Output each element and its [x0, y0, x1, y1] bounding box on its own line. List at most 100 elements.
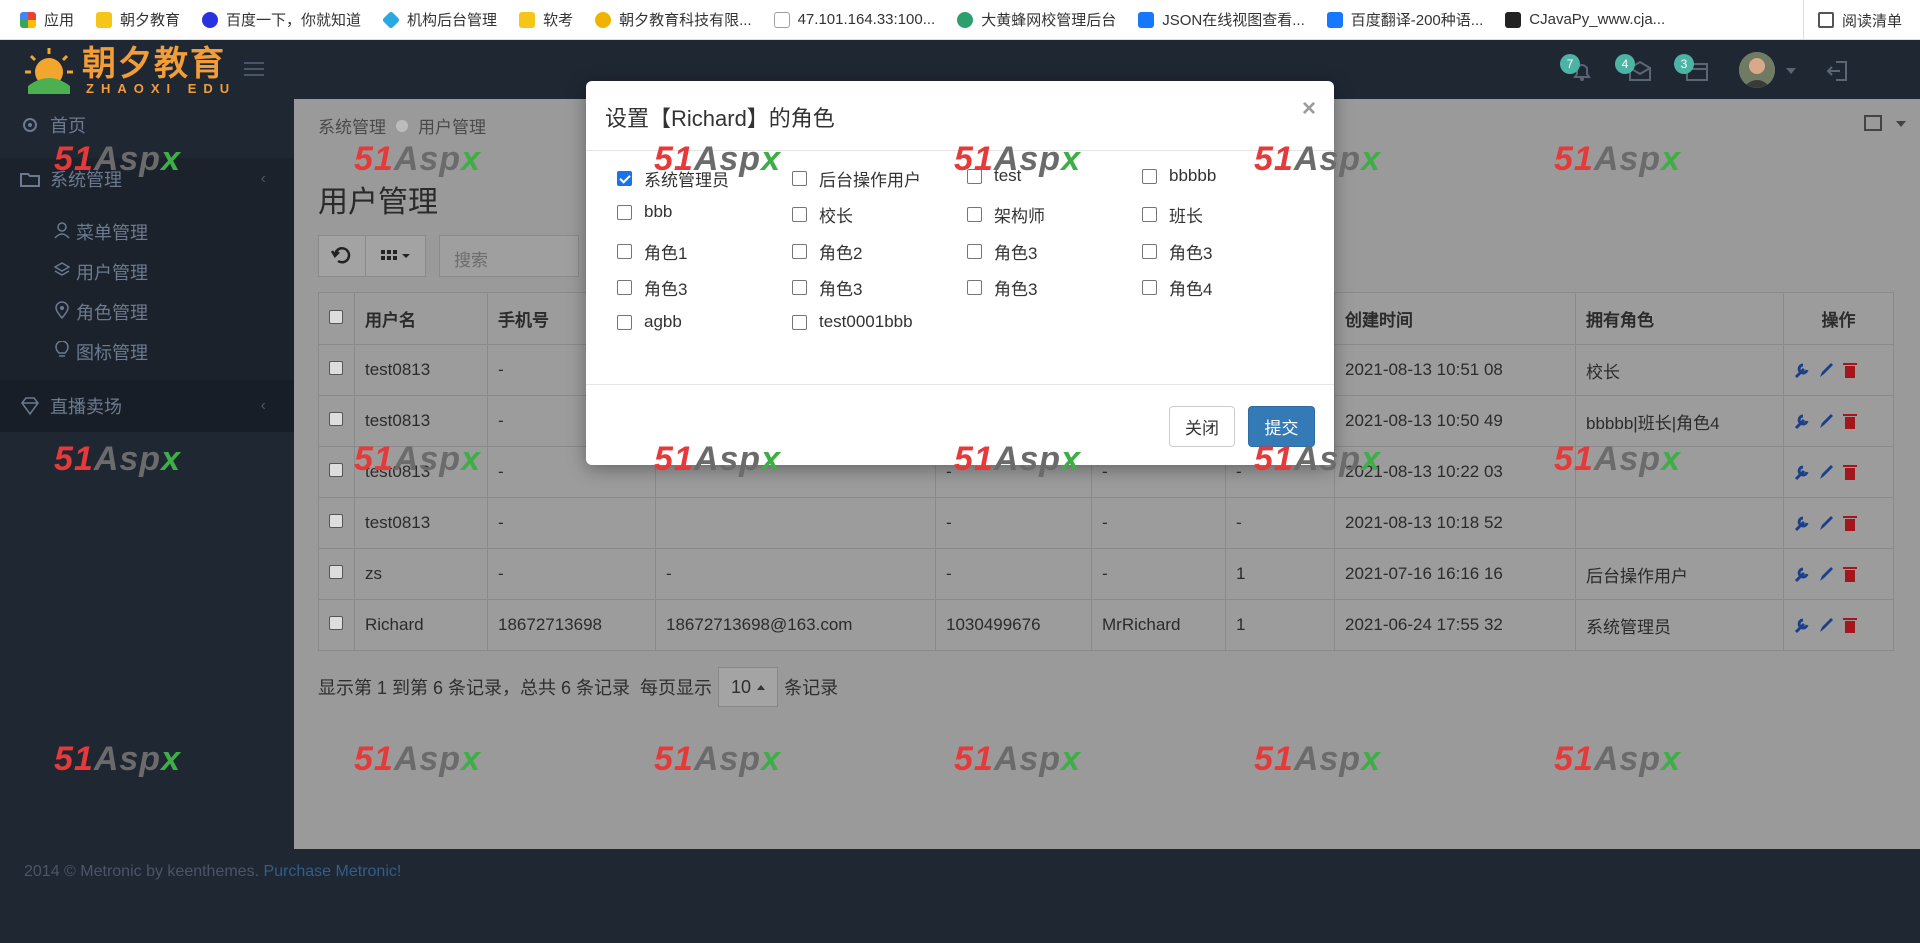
- row-checkbox[interactable]: [318, 599, 355, 651]
- bookmark-item[interactable]: 百度一下，你就知道: [202, 9, 361, 30]
- role-checkbox[interactable]: 班长: [1142, 202, 1203, 227]
- trash-icon[interactable]: [1842, 616, 1858, 634]
- checkbox[interactable]: [617, 280, 632, 295]
- role-checkbox[interactable]: 角色3: [792, 275, 862, 300]
- close-button[interactable]: 关闭: [1169, 406, 1235, 447]
- role-checkbox[interactable]: 系统管理员: [617, 166, 729, 191]
- bookmark-item[interactable]: 朝夕教育科技有限...: [595, 9, 752, 30]
- role-checkbox[interactable]: 后台操作用户: [792, 166, 921, 191]
- trash-icon[interactable]: [1842, 565, 1858, 583]
- sidebar-item-live[interactable]: 直播卖场 ‹: [0, 385, 294, 427]
- bookmark-item[interactable]: 大黄蜂网校管理后台: [957, 9, 1116, 30]
- chevron-down-icon[interactable]: [1786, 68, 1796, 74]
- row-checkbox[interactable]: [318, 446, 355, 498]
- checkbox[interactable]: [792, 244, 807, 259]
- pencil-icon[interactable]: [1818, 412, 1834, 430]
- role-checkbox[interactable]: bbbbb: [1142, 166, 1216, 186]
- sidebar-item-home[interactable]: 首页: [0, 104, 294, 146]
- checkbox[interactable]: [617, 314, 632, 330]
- checkbox[interactable]: [1142, 168, 1157, 184]
- bookmark-item[interactable]: CJavaPy_www.cja...: [1505, 11, 1665, 28]
- refresh-button[interactable]: [318, 235, 366, 277]
- role-checkbox[interactable]: 角色3: [967, 275, 1037, 300]
- pencil-icon[interactable]: [1818, 616, 1834, 634]
- role-checkbox[interactable]: 角色3: [617, 275, 687, 300]
- role-checkbox[interactable]: bbb: [617, 202, 672, 222]
- logout-icon[interactable]: [1826, 60, 1850, 82]
- calendar-icon[interactable]: [1864, 115, 1882, 131]
- wrench-icon[interactable]: [1794, 565, 1810, 583]
- role-checkbox[interactable]: 校长: [792, 202, 853, 227]
- bookmark-item[interactable]: 47.101.164.33:100...: [773, 11, 935, 28]
- purchase-link[interactable]: Purchase Metronic!: [263, 863, 401, 880]
- checkbox[interactable]: [967, 280, 982, 295]
- reading-list-button[interactable]: 阅读清单: [1802, 0, 1902, 40]
- role-checkbox[interactable]: 角色2: [792, 239, 862, 264]
- checkbox[interactable]: [967, 244, 982, 259]
- sidebar-item-menu[interactable]: 菜单管理: [0, 210, 294, 250]
- checkbox-checked[interactable]: [617, 171, 632, 186]
- trash-icon[interactable]: [1842, 514, 1858, 532]
- role-checkbox[interactable]: 角色4: [1142, 275, 1212, 300]
- row-checkbox[interactable]: [318, 548, 355, 600]
- trash-icon[interactable]: [1842, 361, 1858, 379]
- checkbox[interactable]: [1142, 280, 1157, 295]
- trash-icon[interactable]: [1842, 463, 1858, 481]
- role-checkbox[interactable]: 架构师: [967, 202, 1045, 227]
- logo[interactable]: 朝夕教育 ZHAOXI EDU: [22, 44, 236, 96]
- pencil-icon[interactable]: [1818, 514, 1834, 532]
- role-checkbox[interactable]: agbb: [617, 312, 682, 332]
- columns-toggle-button[interactable]: [365, 235, 426, 277]
- wrench-icon[interactable]: [1794, 361, 1810, 379]
- sidebar-item-users[interactable]: 用户管理: [0, 250, 294, 290]
- sidebar-item-system[interactable]: 系统管理 ‹: [0, 158, 294, 200]
- role-checkbox[interactable]: 角色3: [967, 239, 1037, 264]
- checkbox[interactable]: [617, 204, 632, 220]
- bookmark-item[interactable]: 朝夕教育: [96, 9, 180, 30]
- checkbox[interactable]: [792, 171, 807, 186]
- bookmark-item[interactable]: 软考: [519, 9, 573, 30]
- checkbox[interactable]: [967, 207, 982, 222]
- close-icon[interactable]: ×: [1302, 95, 1316, 123]
- pencil-icon[interactable]: [1818, 361, 1834, 379]
- avatar[interactable]: [1739, 52, 1775, 88]
- checkbox[interactable]: [1142, 244, 1157, 259]
- column-header-roles[interactable]: 拥有角色: [1575, 292, 1784, 345]
- sidebar-item-roles[interactable]: 角色管理: [0, 290, 294, 330]
- bookmark-item[interactable]: JSON在线视图查看...: [1138, 9, 1305, 30]
- checkbox[interactable]: [792, 314, 807, 330]
- row-checkbox[interactable]: [318, 395, 355, 447]
- sidebar-toggle-button[interactable]: [244, 62, 264, 80]
- role-checkbox[interactable]: 角色3: [1142, 239, 1212, 264]
- role-checkbox[interactable]: test: [967, 166, 1021, 186]
- role-checkbox[interactable]: test0001bbb: [792, 312, 913, 332]
- sidebar-item-icons[interactable]: 图标管理: [0, 330, 294, 370]
- submit-button[interactable]: 提交: [1248, 406, 1315, 447]
- column-header-username[interactable]: 用户名: [354, 292, 488, 345]
- pencil-icon[interactable]: [1818, 463, 1834, 481]
- checkbox[interactable]: [617, 244, 632, 259]
- search-input[interactable]: 搜索: [439, 235, 579, 277]
- chevron-left-icon: ‹: [260, 397, 266, 414]
- breadcrumb-item[interactable]: 系统管理: [318, 113, 386, 138]
- bookmark-apps[interactable]: 应用: [20, 9, 74, 30]
- wrench-icon[interactable]: [1794, 463, 1810, 481]
- select-all-checkbox[interactable]: [318, 292, 355, 345]
- trash-icon[interactable]: [1842, 412, 1858, 430]
- chevron-down-icon[interactable]: [1896, 121, 1906, 127]
- bookmark-item[interactable]: 机构后台管理: [381, 9, 497, 30]
- checkbox[interactable]: [792, 207, 807, 222]
- checkbox[interactable]: [967, 168, 982, 184]
- page-size-select[interactable]: 10: [718, 667, 779, 707]
- checkbox[interactable]: [792, 280, 807, 295]
- bookmark-item[interactable]: 百度翻译-200种语...: [1326, 9, 1483, 30]
- row-checkbox[interactable]: [318, 344, 355, 396]
- wrench-icon[interactable]: [1794, 412, 1810, 430]
- role-checkbox[interactable]: 角色1: [617, 239, 687, 264]
- checkbox[interactable]: [1142, 207, 1157, 222]
- pencil-icon[interactable]: [1818, 565, 1834, 583]
- wrench-icon[interactable]: [1794, 616, 1810, 634]
- row-checkbox[interactable]: [318, 497, 355, 549]
- column-header-created[interactable]: 创建时间: [1334, 292, 1576, 345]
- wrench-icon[interactable]: [1794, 514, 1810, 532]
